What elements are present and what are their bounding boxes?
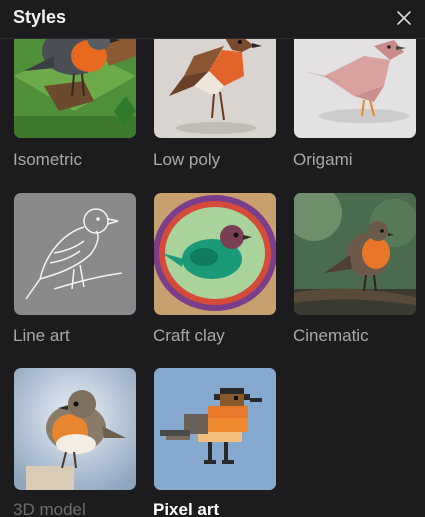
style-tile-pixel-art[interactable]	[154, 368, 276, 490]
style-tile-line-art[interactable]	[14, 193, 136, 315]
close-button[interactable]	[394, 8, 414, 28]
close-icon	[397, 11, 411, 25]
styles-header: Styles	[0, 0, 425, 39]
line-art-image	[14, 193, 136, 315]
panel-title: Styles	[13, 7, 67, 27]
style-label-craft-clay: Craft clay	[153, 326, 225, 345]
cinematic-image	[294, 193, 416, 315]
style-label-3d-model: 3D model	[13, 500, 86, 517]
style-tile-cinematic[interactable]	[294, 193, 416, 315]
3d-model-image	[14, 368, 136, 490]
style-tile-3d-model[interactable]	[14, 368, 136, 490]
style-label-pixel-art: Pixel art	[153, 500, 220, 517]
style-label-line-art: Line art	[13, 326, 70, 345]
style-label-origami: Origami	[293, 150, 353, 169]
styles-grid: Isometric Low poly Origami Line art Craf…	[0, 0, 425, 517]
style-label-isometric: Isometric	[13, 150, 82, 169]
craft-clay-image	[154, 193, 276, 315]
style-label-low-poly: Low poly	[153, 150, 221, 169]
style-label-cinematic: Cinematic	[293, 326, 369, 345]
style-tile-craft-clay[interactable]	[154, 193, 276, 315]
pixel-art-image	[154, 368, 276, 490]
